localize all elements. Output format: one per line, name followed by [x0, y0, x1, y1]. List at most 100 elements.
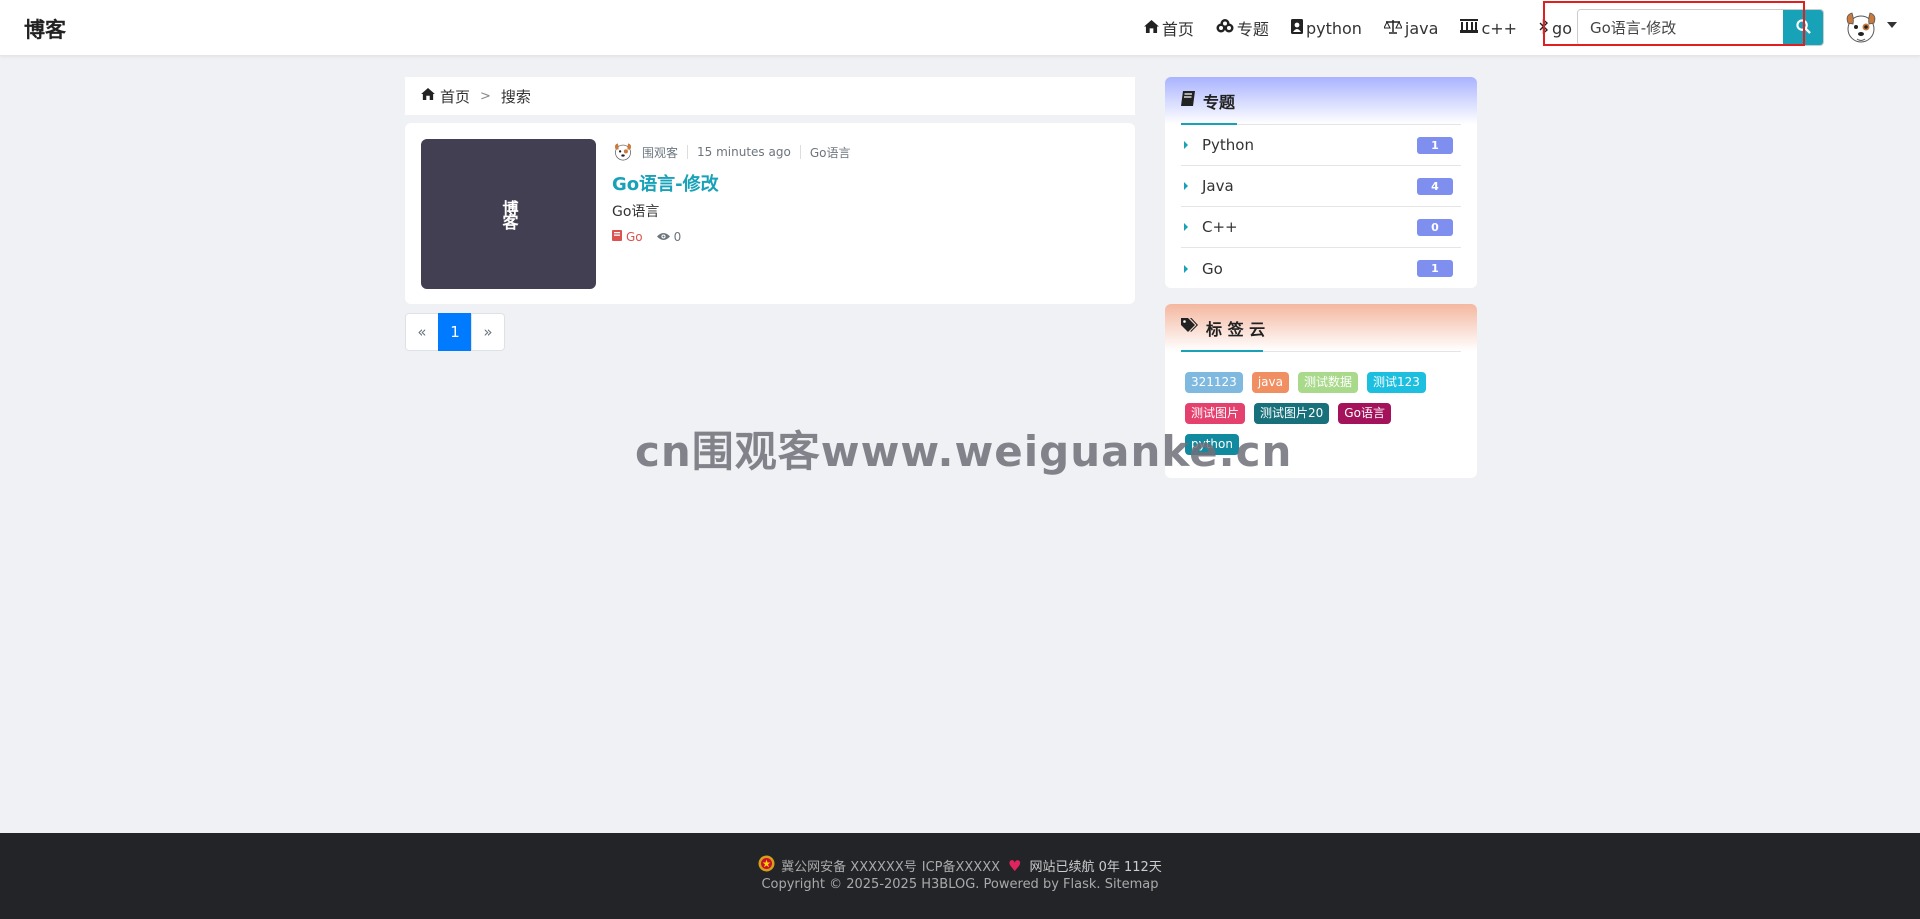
topic-name: Go: [1202, 260, 1223, 278]
topics-header: 专题: [1165, 77, 1477, 124]
police-record-link[interactable]: 冀公网安备 XXXXXX号: [781, 856, 917, 875]
page-prev-button[interactable]: «: [405, 313, 439, 351]
topic-count-badge: 0: [1417, 219, 1453, 236]
scale-icon: [1384, 19, 1402, 38]
tag-cloud-card: 标 签 云 321123 java 测试数据 测试123 测试图片 测试图片20…: [1165, 304, 1477, 478]
tag-item[interactable]: java: [1252, 372, 1289, 393]
nav-item-go[interactable]: go: [1539, 19, 1572, 38]
topic-name: C++: [1202, 218, 1238, 236]
topic-item-go[interactable]: Go 1: [1181, 248, 1461, 288]
post-tag[interactable]: Go语言: [810, 144, 851, 161]
tag-item[interactable]: Go语言: [1338, 403, 1391, 424]
nav-item-label: python: [1306, 19, 1362, 38]
breadcrumb-home[interactable]: 首页: [421, 86, 470, 107]
site-brand[interactable]: 博客: [24, 14, 66, 44]
nav-item-java[interactable]: java: [1384, 19, 1439, 38]
topics-title-underline: [1181, 123, 1237, 125]
caret-right-icon: [1184, 182, 1188, 190]
post-title[interactable]: Go语言-修改: [612, 170, 719, 196]
caret-right-icon: [1184, 265, 1188, 273]
nav-menu: 首页 专题 python java c++: [1122, 0, 1572, 56]
post-thumbnail[interactable]: 博客: [421, 139, 596, 289]
pagination: « 1 »: [405, 313, 505, 351]
page-current-button[interactable]: 1: [438, 313, 472, 351]
nav-item-label: java: [1405, 19, 1439, 38]
post-views: 0: [657, 230, 682, 244]
topics-title: 专题: [1203, 89, 1235, 113]
page-next-button[interactable]: »: [471, 313, 505, 351]
bluetooth-icon: [1539, 19, 1549, 38]
post-category[interactable]: Go: [612, 230, 643, 244]
post-time: 15 minutes ago: [697, 145, 791, 159]
avatar-dropdown-caret[interactable]: [1887, 22, 1897, 28]
breadcrumb-home-label: 首页: [440, 86, 470, 107]
search-icon: [1796, 19, 1811, 37]
topic-count-badge: 1: [1417, 260, 1453, 277]
footer-line-2: Copyright © 2025-2025 H3BLOG. Powered by…: [0, 877, 1920, 892]
book-icon: [612, 230, 622, 244]
home-icon: [1144, 20, 1159, 37]
tag-cloud-header: 标 签 云: [1165, 304, 1477, 351]
site-footer: 冀公网安备 XXXXXX号 ICP备XXXXX ♥ 网站已续航 0年 112天 …: [0, 833, 1920, 919]
copyright-text: Copyright © 2025-2025 H3BLOG. Powered by: [761, 877, 1058, 892]
user-avatar[interactable]: [1843, 9, 1879, 47]
topic-name: Java: [1202, 177, 1234, 195]
nav-item-home[interactable]: 首页: [1144, 16, 1194, 40]
sitemap-link[interactable]: Sitemap: [1105, 877, 1159, 892]
cubes-icon: [1216, 19, 1234, 37]
tag-item[interactable]: 测试123: [1367, 372, 1426, 393]
site-runtime: 网站已续航 0年 112天: [1029, 856, 1161, 875]
topic-count-badge: 4: [1417, 178, 1453, 195]
topic-name: Python: [1202, 136, 1254, 154]
tag-cloud-title-underline: [1181, 350, 1263, 352]
topic-item-java[interactable]: Java 4: [1181, 166, 1461, 207]
topic-item-cpp[interactable]: C++ 0: [1181, 207, 1461, 248]
nav-item-label: 首页: [1162, 16, 1194, 40]
tag-cloud: 321123 java 测试数据 测试123 测试图片 测试图片20 Go语言 …: [1165, 352, 1477, 477]
nav-item-python[interactable]: python: [1291, 19, 1362, 38]
tag-cloud-title: 标 签 云: [1206, 316, 1265, 340]
post-views-count: 0: [674, 230, 682, 244]
breadcrumb-separator: >: [480, 89, 491, 104]
police-badge-icon: [758, 855, 775, 876]
file-user-icon: [1291, 19, 1303, 38]
icp-record-link[interactable]: ICP备XXXXX: [922, 856, 1000, 875]
topics-list: Python 1 Java 4 C++ 0 Go 1: [1165, 125, 1477, 288]
search-form: [1577, 9, 1824, 46]
flask-link[interactable]: Flask.: [1063, 877, 1101, 892]
search-button[interactable]: [1783, 10, 1823, 45]
heart-icon: ♥: [1008, 857, 1021, 875]
tag-item[interactable]: 测试图片20: [1254, 403, 1329, 424]
nav-item-topics[interactable]: 专题: [1216, 16, 1269, 40]
post-card: 博客 围观客 15 minutes ago Go语言 Go语言-修改 Go语言 …: [405, 123, 1135, 304]
search-input[interactable]: [1578, 10, 1783, 45]
book-icon: [1181, 91, 1195, 110]
author-avatar: [612, 141, 634, 163]
nav-item-label: go: [1552, 19, 1572, 38]
tag-item[interactable]: python: [1185, 434, 1239, 455]
post-author[interactable]: 围观客: [642, 144, 678, 161]
meta-divider: [687, 145, 688, 159]
tag-item[interactable]: 321123: [1185, 372, 1243, 393]
post-footer: Go 0: [612, 230, 681, 244]
top-navbar: 博客 首页 专题 python java: [0, 0, 1920, 56]
tag-item[interactable]: 测试图片: [1185, 403, 1245, 424]
nav-item-cpp[interactable]: c++: [1460, 19, 1517, 38]
home-icon: [421, 88, 435, 104]
tags-icon: [1181, 318, 1198, 337]
chess-rook-icon: [1460, 19, 1478, 37]
nav-item-label: c++: [1481, 19, 1517, 38]
topic-count-badge: 1: [1417, 137, 1453, 154]
footer-line-1: 冀公网安备 XXXXXX号 ICP备XXXXX ♥ 网站已续航 0年 112天: [0, 855, 1920, 876]
tag-item[interactable]: 测试数据: [1298, 372, 1358, 393]
caret-right-icon: [1184, 223, 1188, 231]
topic-item-python[interactable]: Python 1: [1181, 125, 1461, 166]
post-meta: 围观客 15 minutes ago Go语言: [612, 141, 850, 163]
breadcrumb: 首页 > 搜索: [405, 77, 1135, 115]
meta-divider: [800, 145, 801, 159]
post-thumbnail-text: 博客: [497, 200, 521, 228]
post-summary: Go语言: [612, 201, 659, 221]
breadcrumb-current: 搜索: [501, 86, 531, 107]
topics-card: 专题 Python 1 Java 4 C++ 0 Go 1: [1165, 77, 1477, 288]
nav-item-label: 专题: [1237, 16, 1269, 40]
